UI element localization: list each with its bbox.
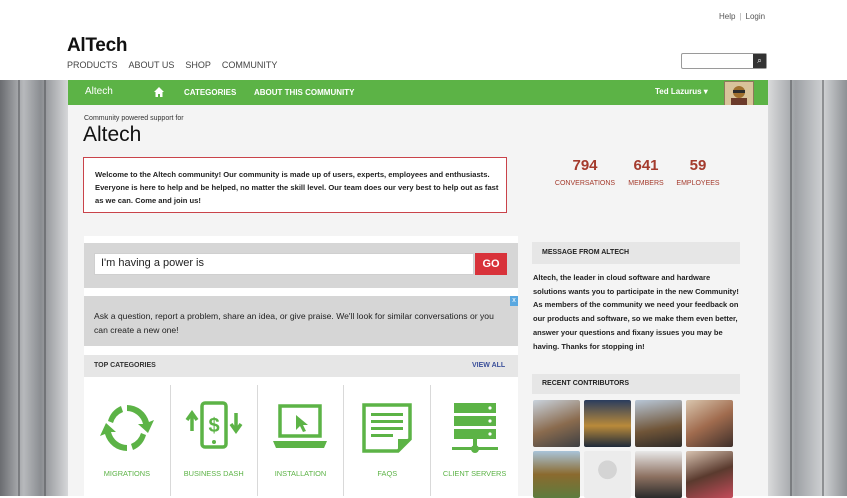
category-label: CLIENT SERVERS — [442, 469, 507, 478]
laptop-icon — [273, 404, 328, 448]
view-all-link[interactable]: VIEW ALL — [472, 362, 505, 369]
contributor-avatar[interactable] — [533, 451, 580, 498]
document-icon — [362, 403, 413, 453]
go-button[interactable]: GO — [475, 253, 507, 275]
server-icon — [451, 403, 498, 453]
contributors-title: RECENT CONTRIBUTORS — [542, 380, 629, 387]
contributor-avatar[interactable] — [533, 400, 580, 447]
stat-label: EMPLOYEES — [676, 180, 720, 187]
top-links: Help | Login — [719, 12, 765, 21]
nav-categories[interactable]: CATEGORIES — [184, 88, 236, 97]
contributor-avatar[interactable] — [686, 451, 733, 498]
site-logo[interactable]: AlTech — [67, 35, 127, 57]
category-label: MIGRATIONS — [103, 469, 151, 478]
category-faqs[interactable]: FAQS — [344, 385, 432, 496]
login-link[interactable]: Login — [746, 12, 766, 21]
search-icon[interactable]: ⌕ — [753, 54, 766, 68]
category-business-dash[interactable]: $ BUSINESS DASH — [171, 385, 258, 496]
category-list: MIGRATIONS $ BUSINESS DASH INSTALLATION … — [84, 385, 518, 496]
powered-by-text: Community powered support for — [84, 115, 184, 122]
message-title: MESSAGE FROM ALTECH — [542, 249, 630, 256]
category-label: FAQS — [377, 469, 398, 478]
message-body: Altech, the leader in cloud software and… — [533, 273, 739, 351]
contributor-avatar[interactable] — [686, 400, 733, 447]
close-icon[interactable]: x — [510, 296, 518, 306]
nav-about-community[interactable]: ABOUT THIS COMMUNITY — [254, 88, 354, 97]
welcome-message: Welcome to the Altech community! Our com… — [83, 157, 507, 213]
background-right — [768, 80, 847, 496]
user-menu[interactable]: Ted Lazurus ▾ — [655, 87, 708, 96]
contributor-avatar[interactable] — [584, 400, 631, 447]
contributor-avatar[interactable] — [584, 451, 631, 498]
nav-products[interactable]: PRODUCTS — [67, 60, 118, 70]
stat-members[interactable]: 641 MEMBERS — [624, 157, 668, 187]
site-search-input[interactable]: ⌕ — [681, 53, 767, 69]
background-stripe — [44, 80, 46, 496]
avatar[interactable] — [724, 81, 754, 106]
svg-text:$: $ — [208, 415, 219, 437]
refresh-icon — [99, 405, 154, 451]
background-stripe — [18, 80, 20, 496]
stat-employees[interactable]: 59 EMPLOYEES — [674, 157, 722, 187]
contributor-avatar[interactable] — [635, 451, 682, 498]
home-icon[interactable] — [153, 86, 165, 98]
background-stripe — [822, 80, 824, 496]
stat-value: 641 — [633, 157, 659, 174]
contributor-grid — [533, 400, 735, 498]
help-link[interactable]: Help — [719, 12, 735, 21]
background-stripe — [790, 80, 792, 496]
background-left — [0, 80, 68, 496]
category-client-servers[interactable]: CLIENT SERVERS — [431, 385, 518, 496]
site-nav: PRODUCTS ABOUT US SHOP COMMUNITY — [67, 60, 277, 70]
nav-community[interactable]: COMMUNITY — [222, 60, 278, 70]
stat-value: 794 — [572, 157, 598, 174]
stat-label: CONVERSATIONS — [554, 180, 616, 187]
stat-conversations[interactable]: 794 CONVERSATIONS — [552, 157, 618, 187]
contributor-avatar[interactable] — [635, 400, 682, 447]
ask-hint-text: Ask a question, report a problem, share … — [94, 311, 494, 335]
avatar-icon — [725, 82, 753, 105]
link-separator: | — [739, 12, 742, 21]
top-categories-label: TOP CATEGORIES — [94, 362, 156, 369]
community-title: Altech — [83, 123, 142, 146]
phone-money-icon: $ — [185, 401, 243, 449]
category-label: BUSINESS DASH — [183, 469, 244, 478]
community-brand[interactable]: Altech — [85, 86, 113, 97]
category-migrations[interactable]: MIGRATIONS — [84, 385, 171, 496]
stat-label: MEMBERS — [628, 180, 664, 187]
stat-value: 59 — [689, 157, 707, 174]
nav-shop[interactable]: SHOP — [185, 60, 211, 70]
nav-about-us[interactable]: ABOUT US — [129, 60, 175, 70]
community-navbar: Altech CATEGORIES ABOUT THIS COMMUNITY T… — [68, 80, 768, 106]
category-label: INSTALLATION — [274, 469, 327, 478]
ask-question-input[interactable]: I'm having a power is — [94, 253, 474, 275]
category-installation[interactable]: INSTALLATION — [258, 385, 345, 496]
